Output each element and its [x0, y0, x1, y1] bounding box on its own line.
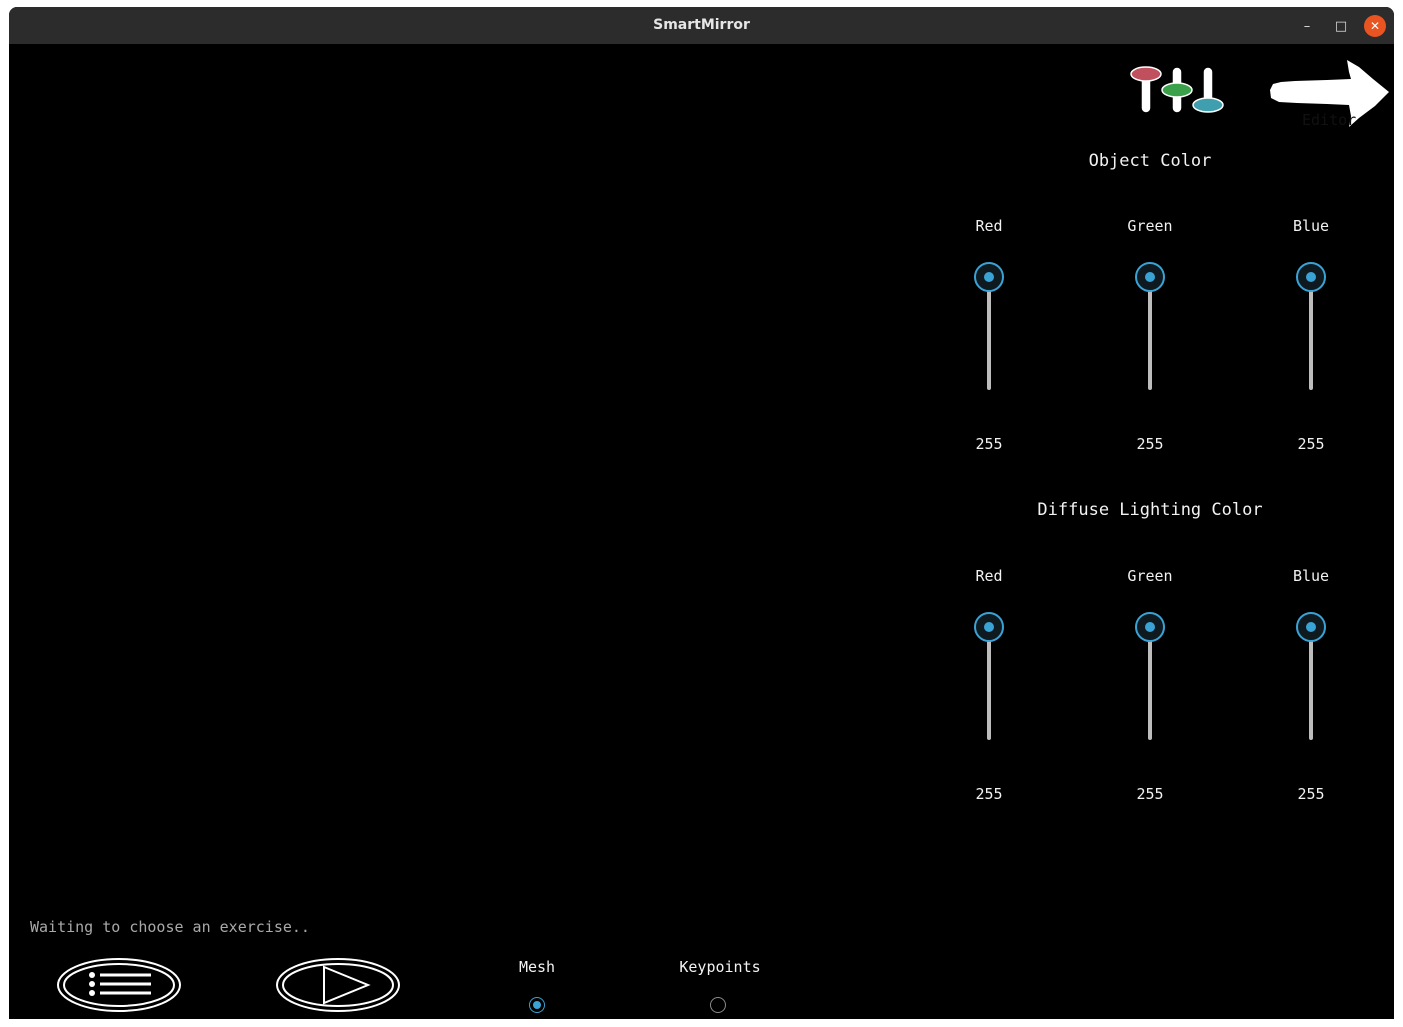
mesh-radio[interactable] — [529, 997, 545, 1013]
slider-track[interactable] — [987, 278, 991, 390]
keypoints-label: Keypoints — [679, 958, 761, 976]
slider-track[interactable] — [1309, 278, 1313, 390]
diffuse-green-label: Green — [1127, 567, 1173, 585]
main-canvas: Editor Object Color Red Green Blue 255 2… — [9, 44, 1394, 1019]
close-icon[interactable]: ✕ — [1364, 15, 1386, 37]
object-green-label: Green — [1127, 217, 1173, 235]
window-title: SmartMirror — [653, 17, 750, 33]
mesh-label: Mesh — [518, 958, 556, 976]
slider-handle[interactable] — [1135, 262, 1165, 292]
minimize-icon[interactable]: – — [1296, 15, 1318, 37]
diffuse-red-slider[interactable] — [972, 612, 1006, 742]
sliders-icon[interactable] — [1129, 59, 1229, 119]
list-menu-icon[interactable] — [55, 957, 183, 1013]
slider-track[interactable] — [1148, 628, 1152, 740]
diffuse-green-value: 255 — [1136, 785, 1164, 803]
diffuse-red-label: Red — [975, 567, 1003, 585]
slider-track[interactable] — [1309, 628, 1313, 740]
diffuse-green-slider[interactable] — [1133, 612, 1167, 742]
slider-handle[interactable] — [974, 262, 1004, 292]
slider-track[interactable] — [1148, 278, 1152, 390]
object-red-slider[interactable] — [972, 262, 1006, 392]
object-blue-slider[interactable] — [1294, 262, 1328, 392]
object-red-label: Red — [975, 217, 1003, 235]
keypoints-radio[interactable] — [710, 997, 726, 1013]
diffuse-color-title: Diffuse Lighting Color — [1037, 500, 1263, 520]
object-green-slider[interactable] — [1133, 262, 1167, 392]
slider-handle[interactable] — [1296, 262, 1326, 292]
object-blue-label: Blue — [1292, 217, 1330, 235]
object-red-value: 255 — [975, 435, 1003, 453]
slider-handle[interactable] — [1296, 612, 1326, 642]
title-bar[interactable]: SmartMirror – □ ✕ — [9, 7, 1394, 44]
diffuse-blue-slider[interactable] — [1294, 612, 1328, 742]
slider-handle[interactable] — [1135, 612, 1165, 642]
slider-handle[interactable] — [974, 612, 1004, 642]
status-text: Waiting to choose an exercise.. — [30, 918, 310, 936]
object-color-title: Object Color — [1088, 151, 1212, 171]
maximize-icon[interactable]: □ — [1330, 15, 1352, 37]
object-blue-value: 255 — [1297, 435, 1325, 453]
slider-track[interactable] — [987, 628, 991, 740]
diffuse-blue-value: 255 — [1297, 785, 1325, 803]
diffuse-blue-label: Blue — [1292, 567, 1330, 585]
play-icon[interactable] — [274, 957, 402, 1013]
diffuse-red-value: 255 — [975, 785, 1003, 803]
object-green-value: 255 — [1136, 435, 1164, 453]
app-window: SmartMirror – □ ✕ Editor Object Color Re… — [9, 7, 1394, 1019]
editor-label[interactable]: Editor — [1302, 111, 1356, 129]
